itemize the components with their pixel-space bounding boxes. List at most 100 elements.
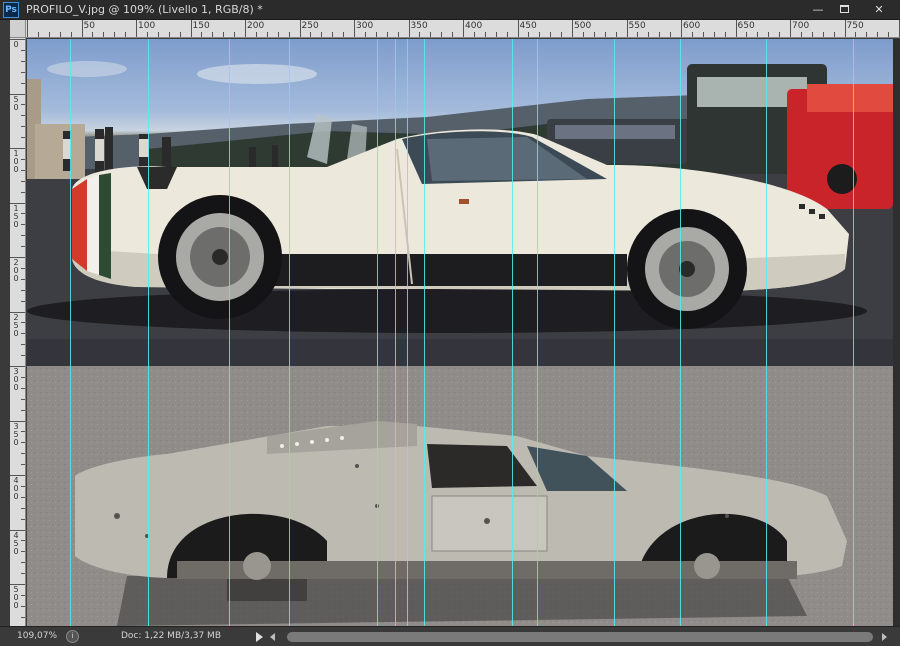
guide-line[interactable] [680, 39, 681, 626]
ruler-tick [615, 32, 617, 37]
ruler-tick [168, 32, 170, 37]
ruler-tick [21, 453, 25, 455]
ruler-top-label: 200 [247, 21, 265, 31]
ruler-tick [70, 32, 72, 37]
doc-size-info: Doc: 1,22 MB/3,37 MB [121, 631, 221, 641]
ruler-tick [21, 605, 25, 607]
ruler-tick [299, 20, 301, 37]
ruler-tick [713, 32, 715, 37]
ruler-tick [21, 518, 25, 520]
minimize-button[interactable]: — [807, 1, 829, 18]
ruler-top-label: 50 [83, 21, 95, 31]
guide-line[interactable] [229, 39, 230, 626]
ruler-tick [724, 32, 726, 37]
ruler-tick [21, 137, 25, 139]
ruler-top-label: 700 [792, 21, 810, 31]
guide-line[interactable] [537, 39, 538, 626]
ruler-tick [506, 32, 508, 37]
guide-line[interactable] [148, 39, 149, 626]
ruler-tick [386, 32, 388, 37]
ruler-tick [757, 32, 759, 37]
ruler-left-label: 4 5 0 [13, 530, 19, 556]
maximize-button[interactable] [833, 1, 855, 18]
ruler-origin[interactable] [10, 20, 26, 38]
ruler-tick [375, 32, 377, 37]
ruler-tick [21, 289, 25, 291]
ruler-tick [21, 49, 25, 51]
ruler-top-label: 550 [628, 21, 646, 31]
ruler-tick [768, 32, 770, 37]
guide-line[interactable] [614, 39, 615, 626]
ruler-tick [21, 224, 25, 226]
ruler-tick [21, 464, 25, 466]
ruler-left-label: 5 0 0 [13, 585, 19, 610]
horizontal-ruler[interactable]: 50 100 150 200 250 300 350 400 450 500 550 600 650 70… [26, 20, 900, 38]
ruler-tick [21, 191, 25, 193]
ruler-tick [321, 32, 323, 37]
ruler-tick [343, 32, 345, 37]
ruler-tick [10, 39, 25, 40]
scroll-thumb[interactable] [287, 632, 873, 642]
ruler-tick [277, 32, 279, 37]
ruler-tick [179, 32, 181, 37]
vertical-scrollbar[interactable] [893, 39, 900, 626]
ruler-tick [844, 20, 846, 37]
ruler-tick [21, 278, 25, 280]
ruler-tick [21, 507, 25, 509]
ruler-tick [550, 32, 552, 37]
ruler-tick [473, 32, 475, 37]
ruler-tick [21, 398, 25, 400]
vertical-ruler[interactable]: 0 5 0 1 0 0 1 5 0 2 0 0 2 5 0 3 0 0 3 5 0 4 0 0 4… [10, 38, 26, 626]
ruler-tick [21, 376, 25, 378]
ruler-tick [21, 267, 25, 269]
ruler-tick [21, 169, 25, 171]
ruler-tick [92, 32, 94, 37]
guide-line[interactable] [407, 39, 408, 626]
close-button[interactable]: ✕ [868, 1, 890, 18]
ruler-tick [21, 551, 25, 553]
ruler-tick [10, 475, 25, 476]
photoshop-window: Ps PROFILO_V.jpg @ 109% (Livello 1, RGB/… [0, 0, 900, 646]
zoom-level[interactable]: 109,07% [17, 631, 57, 641]
ruler-tick [800, 32, 802, 37]
ruler-tick [234, 32, 236, 37]
guide-line[interactable] [70, 39, 71, 626]
ruler-tick [21, 355, 25, 357]
ruler-top-label: 450 [519, 21, 537, 31]
play-arrow-icon[interactable] [256, 632, 263, 642]
guide-line[interactable] [766, 39, 767, 626]
guide-line[interactable] [853, 39, 854, 626]
ruler-tick [21, 387, 25, 389]
guide-line[interactable] [512, 39, 513, 626]
ruler-tick [21, 496, 25, 498]
ruler-tick [10, 529, 25, 531]
scroll-left-icon[interactable] [270, 633, 275, 641]
guide-line[interactable] [377, 39, 378, 626]
document-canvas[interactable] [27, 39, 893, 626]
guide-line[interactable] [289, 39, 290, 626]
real-car-photo-svg [27, 61, 893, 366]
ruler-tick [103, 32, 105, 37]
guide-line[interactable] [395, 39, 396, 626]
ruler-top-label: 100 [138, 21, 156, 31]
scroll-right-icon[interactable] [882, 633, 887, 641]
ruler-tick [702, 32, 704, 37]
ruler-left-label: 5 0 [13, 94, 19, 112]
ruler-tick [888, 32, 890, 37]
ruler-tick [735, 20, 737, 37]
ruler-tick [21, 300, 25, 302]
ruler-tick [21, 246, 25, 248]
scale-model-photo-svg [27, 366, 893, 626]
guide-line[interactable] [424, 39, 425, 626]
ruler-tick [746, 32, 748, 37]
ruler-tick [21, 180, 25, 182]
ruler-tick [397, 32, 399, 37]
horizontal-scrollbar[interactable] [270, 631, 890, 643]
photo-scale-model [27, 366, 893, 626]
ruler-top-label: 400 [465, 21, 483, 31]
document-title-bar[interactable]: Ps PROFILO_V.jpg @ 109% (Livello 1, RGB/… [0, 0, 900, 20]
circle-info-icon[interactable]: i [66, 630, 79, 643]
ruler-left-label: 4 0 0 [13, 476, 19, 501]
ruler-tick [877, 32, 879, 37]
maximize-icon [839, 5, 849, 13]
